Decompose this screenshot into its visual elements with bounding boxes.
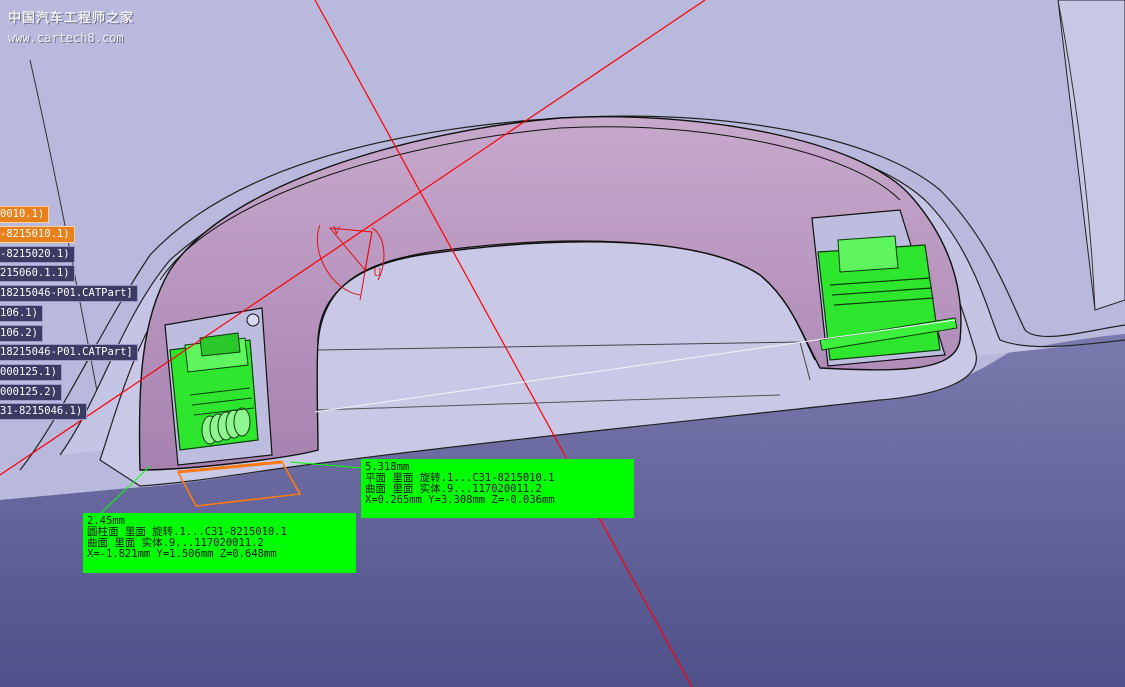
axis-v-label: V <box>332 226 341 237</box>
tree-item[interactable]: -8215010.1) <box>0 226 75 243</box>
tree-item[interactable]: 18215046-P01.CATPart] <box>0 285 138 302</box>
tree-item[interactable]: 106.1) <box>0 305 43 322</box>
watermark-title: 中国汽车工程师之家 <box>8 11 135 26</box>
watermark-url: www.cartech8.com <box>8 31 124 45</box>
measure-callout-a[interactable]: 2.45mm 圆柱面 里面 旋转.1...C31-8215010.1 曲面 里面… <box>83 513 356 573</box>
tree-item[interactable]: 000125.2) <box>0 384 62 401</box>
tree-item[interactable]: -8215020.1) <box>0 246 75 263</box>
tree-item[interactable]: 000125.1) <box>0 364 62 381</box>
tree-item[interactable]: 215060.1.1) <box>0 265 75 282</box>
left-clip[interactable] <box>169 332 259 451</box>
right-clip-head <box>837 235 899 273</box>
3d-viewport[interactable]: V U <box>0 0 1125 687</box>
measure-b-coords: X=0.265mm Y=3.308mm Z=-0.036mm <box>365 494 555 506</box>
axis-u-label: U <box>373 268 381 279</box>
tree-item[interactable]: 31-8215046.1) <box>0 403 88 420</box>
measure-a-coords: X=-1.821mm Y=1.506mm Z=0.648mm <box>87 548 277 560</box>
tree-item[interactable]: 0010.1) <box>0 206 50 223</box>
hinge-hole <box>246 313 260 327</box>
tree-item[interactable]: 18215046-P01.CATPart] <box>0 344 138 361</box>
tree-item[interactable]: 106.2) <box>0 325 43 342</box>
measure-callout-b[interactable]: 5.318mm 平面 里面 旋转.1...C31-8215010.1 曲面 里面… <box>361 459 634 518</box>
